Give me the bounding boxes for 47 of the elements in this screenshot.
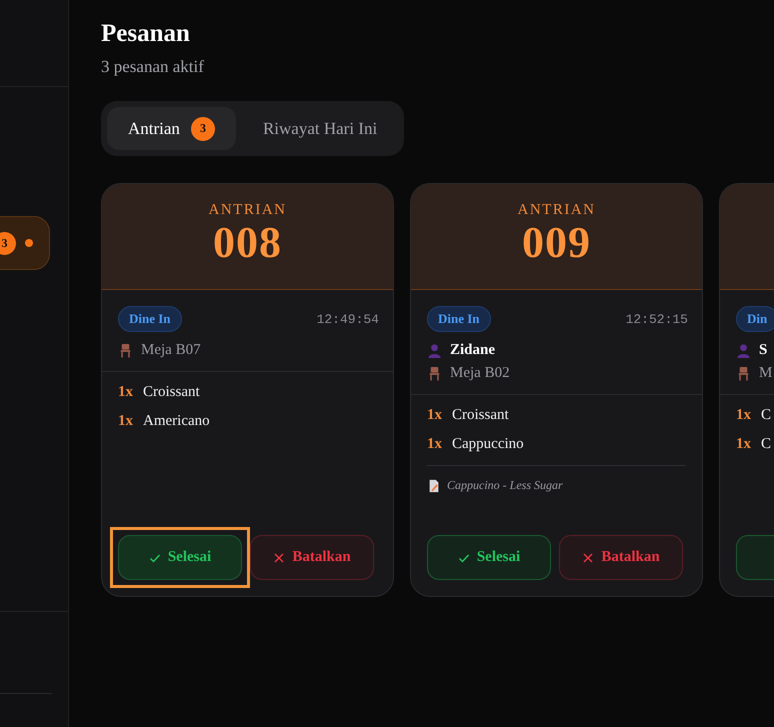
cancel-button[interactable]: Batalkan <box>250 535 374 580</box>
item-name: Croissant <box>143 384 200 401</box>
count-badge: 3 <box>190 116 215 140</box>
complete-button[interactable]: Selesai <box>118 535 242 580</box>
queue-label: ANTRIAN <box>518 202 596 219</box>
queue-label: ANTRIAN <box>208 202 286 219</box>
order-type-tag: Dine In <box>118 306 182 332</box>
queue-number: 009 <box>522 219 591 267</box>
nav-item[interactable]: 3 <box>0 216 50 270</box>
dot-icon <box>25 239 33 247</box>
item-name: Croissant <box>452 407 509 424</box>
tab[interactable]: Riwayat Hari Ini <box>242 107 398 150</box>
item-name: C <box>761 407 772 424</box>
table-label: Meja B07 <box>141 342 201 359</box>
page-title: Pesanan <box>101 19 191 49</box>
order-type-tag: Dine In <box>427 306 491 332</box>
close-icon <box>273 552 286 564</box>
count-badge: 3 <box>0 232 16 254</box>
order-time: 12:49:54 <box>316 312 379 326</box>
item-quantity: 1x <box>118 413 133 430</box>
customer-name: S <box>759 342 768 359</box>
customer-name: Zidane <box>450 342 496 359</box>
table-label: M <box>759 365 772 382</box>
cancel-button[interactable]: Batalkan <box>559 535 683 580</box>
item-name: Cappuccino <box>452 436 524 453</box>
queue-number: 008 <box>213 219 282 267</box>
table-label: Meja B02 <box>450 365 510 382</box>
item-quantity: 1x <box>736 407 751 424</box>
item-quantity: 1x <box>736 436 751 453</box>
item-quantity: 1x <box>427 407 442 424</box>
tab[interactable]: Antrian 3 <box>107 107 236 150</box>
close-icon <box>582 552 594 564</box>
person-icon <box>736 343 751 358</box>
complete-button[interactable]: Selesai <box>427 535 551 580</box>
order-note: Cappucino - Less Sugar <box>447 478 563 493</box>
chair-icon <box>736 366 751 381</box>
item-name: C <box>761 436 772 453</box>
item-name: Americano <box>143 413 210 430</box>
order-type-tag: Din <box>736 306 774 332</box>
chair-icon <box>118 343 133 358</box>
person-icon <box>427 343 442 358</box>
chair-icon <box>427 366 442 381</box>
memo-icon <box>427 478 441 492</box>
item-quantity: 1x <box>118 384 133 401</box>
order-time: 12:52:15 <box>626 312 688 326</box>
item-quantity: 1x <box>427 436 442 453</box>
page-subtitle: 3 pesanan aktif <box>101 57 205 77</box>
